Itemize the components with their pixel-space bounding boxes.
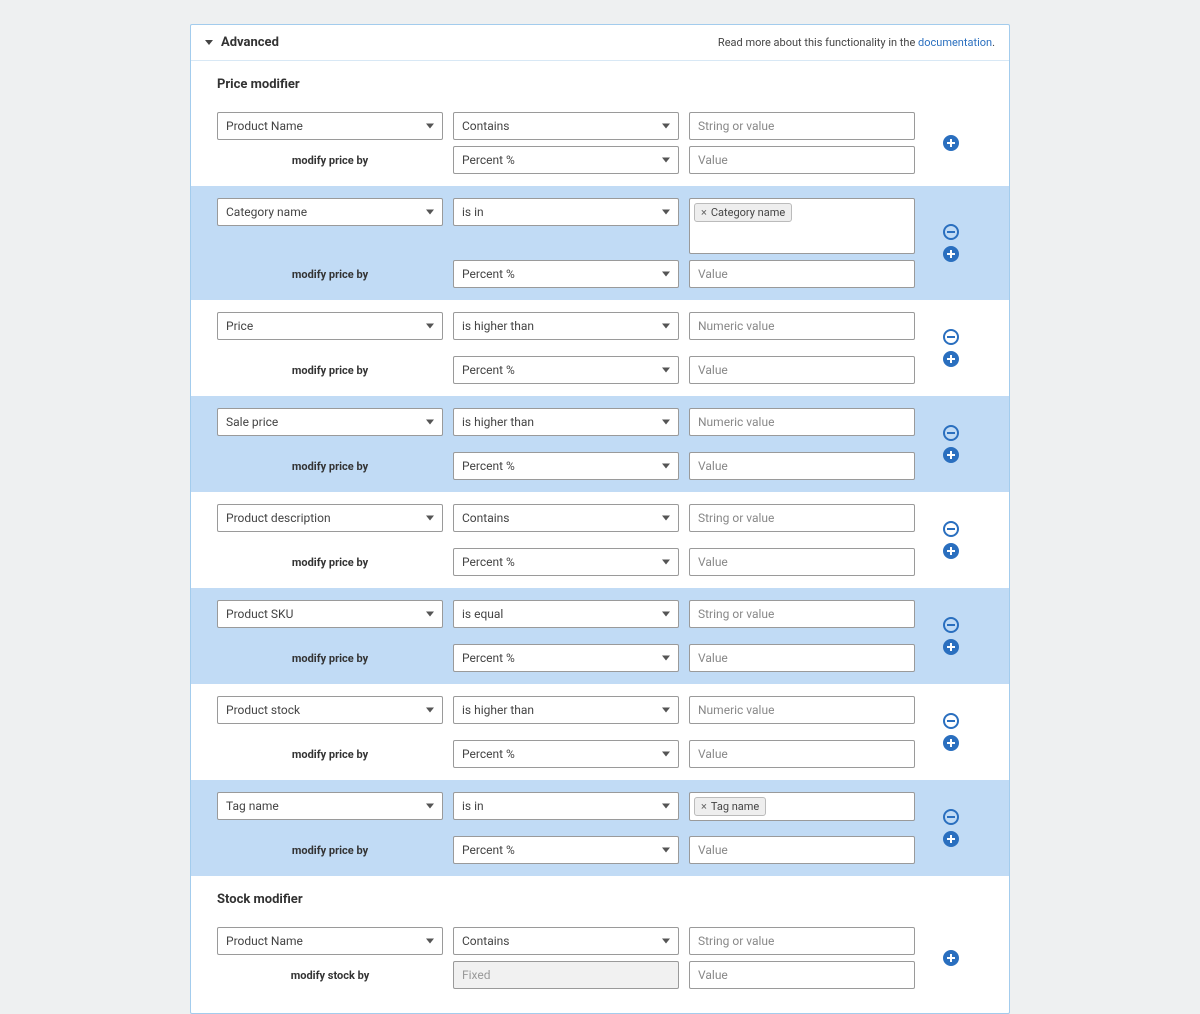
rule-block: Tag name is in ×Tag name modify price by… [191, 780, 1009, 876]
panel-collapse-toggle[interactable]: Advanced [205, 35, 279, 50]
modifier-select[interactable]: Percent % [453, 836, 679, 864]
remove-rule-button[interactable] [943, 809, 959, 825]
help-text: Read more about this functionality in th… [718, 36, 995, 49]
operator-select[interactable]: is higher than [453, 312, 679, 340]
modifier-value-input[interactable]: Value [689, 356, 915, 384]
rule-block: Category name is in ×Category name modif… [191, 186, 1009, 300]
modifier-select[interactable]: Percent % [453, 146, 679, 174]
remove-rule-button[interactable] [943, 617, 959, 633]
modifier-value-input[interactable]: Value [689, 836, 915, 864]
modify-by-label: modify price by [217, 452, 443, 480]
modify-by-label: modify price by [217, 146, 443, 174]
modifier-select[interactable]: Percent % [453, 260, 679, 288]
modifier-value-input[interactable]: Value [689, 146, 915, 174]
modify-by-label: modify price by [217, 548, 443, 576]
remove-rule-button[interactable] [943, 329, 959, 345]
modify-by-label: modify price by [217, 356, 443, 384]
remove-rule-button[interactable] [943, 425, 959, 441]
remove-rule-button[interactable] [943, 713, 959, 729]
operator-select[interactable]: is higher than [453, 696, 679, 724]
add-rule-button[interactable] [943, 950, 959, 966]
field-select[interactable]: Category name [217, 198, 443, 226]
panel-title: Advanced [221, 35, 279, 50]
add-rule-button[interactable] [943, 543, 959, 559]
operator-select[interactable]: Contains [453, 112, 679, 140]
rule-block: Product stock is higher than Numeric val… [191, 684, 1009, 780]
modifier-select[interactable]: Percent % [453, 356, 679, 384]
field-select[interactable]: Product Name [217, 112, 443, 140]
modifier-select[interactable]: Percent % [453, 644, 679, 672]
rule-block: Product description Contains String or v… [191, 492, 1009, 588]
caret-down-icon [205, 40, 213, 45]
value-input[interactable]: String or value [689, 112, 915, 140]
tag-chip[interactable]: ×Category name [694, 203, 792, 222]
field-select[interactable]: Sale price [217, 408, 443, 436]
add-rule-button[interactable] [943, 639, 959, 655]
value-input[interactable]: String or value [689, 600, 915, 628]
modify-by-label: modify price by [217, 260, 443, 288]
advanced-panel: Advanced Read more about this functional… [190, 24, 1010, 1014]
modifier-value-input[interactable]: Value [689, 740, 915, 768]
remove-tag-icon[interactable]: × [701, 206, 707, 219]
price-modifier-heading: Price modifier [191, 61, 1009, 100]
category-tagbox[interactable]: ×Category name [689, 198, 915, 254]
add-rule-button[interactable] [943, 447, 959, 463]
field-select[interactable]: Product SKU [217, 600, 443, 628]
field-select[interactable]: Product stock [217, 696, 443, 724]
value-input[interactable]: Numeric value [689, 696, 915, 724]
remove-rule-button[interactable] [943, 521, 959, 537]
value-input[interactable]: Numeric value [689, 312, 915, 340]
field-select[interactable]: Price [217, 312, 443, 340]
rule-block: Product Name Contains String or value mo… [191, 915, 1009, 1001]
modify-by-label: modify price by [217, 644, 443, 672]
modifier-value-input[interactable]: Value [689, 548, 915, 576]
modifier-value-input[interactable]: Value [689, 452, 915, 480]
modifier-select[interactable]: Percent % [453, 548, 679, 576]
field-select[interactable]: Tag name [217, 792, 443, 820]
remove-tag-icon[interactable]: × [701, 800, 707, 813]
modifier-value-input[interactable]: Value [689, 961, 915, 989]
value-input[interactable]: String or value [689, 927, 915, 955]
panel-header: Advanced Read more about this functional… [191, 25, 1009, 61]
value-input[interactable]: String or value [689, 504, 915, 532]
add-rule-button[interactable] [943, 135, 959, 151]
tag-chip[interactable]: ×Tag name [694, 797, 766, 816]
rule-block: Product Name Contains String or value mo… [191, 100, 1009, 186]
stock-modifier-heading: Stock modifier [191, 876, 1009, 915]
modify-by-label: modify stock by [217, 961, 443, 989]
modify-by-label: modify price by [217, 836, 443, 864]
remove-rule-button[interactable] [943, 224, 959, 240]
modify-by-label: modify price by [217, 740, 443, 768]
rule-block: Price is higher than Numeric value modif… [191, 300, 1009, 396]
modifier-select[interactable]: Percent % [453, 740, 679, 768]
field-select[interactable]: Product Name [217, 927, 443, 955]
modifier-select[interactable]: Percent % [453, 452, 679, 480]
add-rule-button[interactable] [943, 831, 959, 847]
modifier-value-input[interactable]: Value [689, 260, 915, 288]
value-input[interactable]: Numeric value [689, 408, 915, 436]
operator-select[interactable]: is equal [453, 600, 679, 628]
add-rule-button[interactable] [943, 246, 959, 262]
add-rule-button[interactable] [943, 735, 959, 751]
modifier-select: Fixed [453, 961, 679, 989]
rule-block: Product SKU is equal String or value mod… [191, 588, 1009, 684]
operator-select[interactable]: is in [453, 792, 679, 820]
field-select[interactable]: Product description [217, 504, 443, 532]
operator-select[interactable]: is higher than [453, 408, 679, 436]
operator-select[interactable]: is in [453, 198, 679, 226]
documentation-link[interactable]: documentation [918, 36, 992, 49]
rule-block: Sale price is higher than Numeric value … [191, 396, 1009, 492]
modifier-value-input[interactable]: Value [689, 644, 915, 672]
add-rule-button[interactable] [943, 351, 959, 367]
tag-tagbox[interactable]: ×Tag name [689, 792, 915, 821]
operator-select[interactable]: Contains [453, 927, 679, 955]
operator-select[interactable]: Contains [453, 504, 679, 532]
